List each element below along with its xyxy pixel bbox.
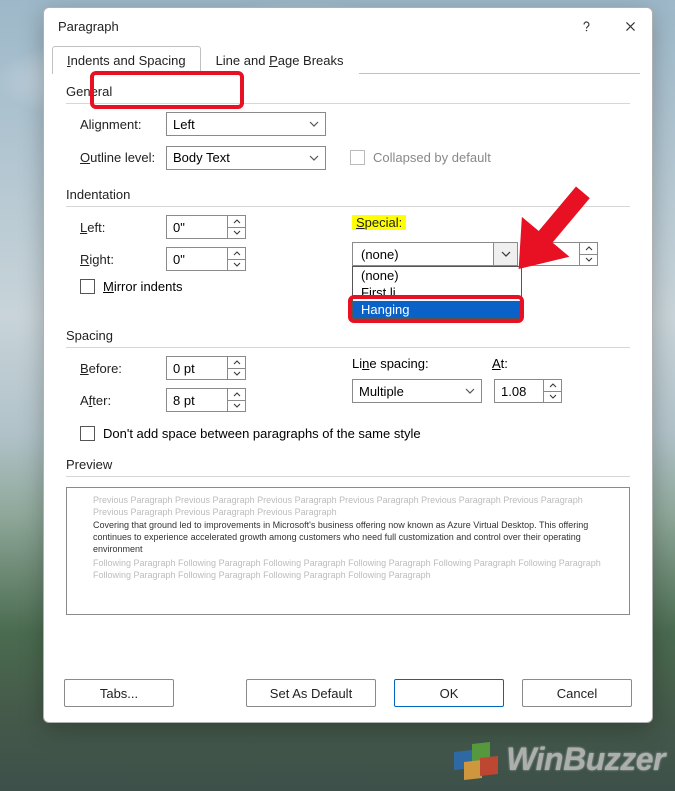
- tab-indents-spacing[interactable]: Indents and Spacing: [52, 46, 201, 74]
- special-option-none[interactable]: (none): [353, 267, 521, 284]
- preview-prev-text: Previous Paragraph Previous Paragraph Pr…: [93, 494, 603, 518]
- before-spinner[interactable]: 0 pt: [166, 356, 246, 380]
- dont-add-space-label: Don't add space between paragraphs of th…: [103, 426, 421, 441]
- button-bar: Tabs... Set As Default OK Cancel: [44, 674, 652, 722]
- section-preview: Preview Previous Paragraph Previous Para…: [66, 457, 630, 615]
- chevron-down-icon[interactable]: [493, 243, 517, 265]
- spinner-arrows[interactable]: [227, 389, 245, 411]
- at-spinner[interactable]: 1.08: [494, 379, 562, 403]
- spinner-arrows[interactable]: [227, 216, 245, 238]
- special-by-spinner[interactable]: [530, 242, 598, 266]
- spinner-arrows[interactable]: [227, 248, 245, 270]
- ok-button[interactable]: OK: [394, 679, 504, 707]
- chevron-down-icon[interactable]: [544, 391, 561, 403]
- cancel-button[interactable]: Cancel: [522, 679, 632, 707]
- section-title: Preview: [66, 457, 630, 472]
- special-option-hanging[interactable]: Hanging: [353, 301, 521, 318]
- chevron-down-icon[interactable]: [228, 227, 245, 239]
- before-value: 0 pt: [167, 357, 227, 379]
- before-label: Before:: [66, 361, 166, 376]
- chevron-down-icon[interactable]: [228, 400, 245, 412]
- tabs-button[interactable]: Tabs...: [64, 679, 174, 707]
- special-by-value: [531, 243, 579, 265]
- special-select[interactable]: (none) (none) First li... Hanging: [352, 242, 518, 266]
- watermark-icon: [450, 735, 498, 783]
- linespacing-select[interactable]: Multiple: [352, 379, 482, 403]
- chevron-up-icon[interactable]: [228, 216, 245, 227]
- indent-right-label: Right:: [66, 252, 166, 267]
- preview-next-text: Following Paragraph Following Paragraph …: [93, 557, 603, 581]
- dialog-title: Paragraph: [58, 19, 119, 34]
- section-title: General: [66, 84, 630, 99]
- spinner-arrows[interactable]: [227, 357, 245, 379]
- collapsed-label: Collapsed by default: [373, 150, 491, 165]
- outline-value: Body Text: [173, 150, 230, 165]
- after-value: 8 pt: [167, 389, 227, 411]
- alignment-value: Left: [173, 117, 195, 132]
- titlebar: Paragraph: [44, 8, 652, 44]
- special-option-firstline[interactable]: First li...: [353, 284, 521, 301]
- indent-left-label: Left:: [66, 220, 166, 235]
- tab-row: Indents and Spacing Line and Page Breaks: [44, 46, 652, 74]
- chevron-up-icon[interactable]: [228, 389, 245, 400]
- at-label: At:: [492, 356, 552, 371]
- mirror-indents-label: Mirror indents: [103, 279, 182, 294]
- tab-label: Indents and Spacing: [67, 53, 186, 68]
- section-general: General Alignment: Left Outline level: B…: [66, 84, 630, 171]
- linespacing-label: Line spacing:: [352, 356, 492, 371]
- preview-box: Previous Paragraph Previous Paragraph Pr…: [66, 487, 630, 615]
- tab-label: Line and Page Breaks: [216, 53, 344, 68]
- spinner-arrows[interactable]: [579, 243, 597, 265]
- chevron-down-icon: [309, 155, 319, 161]
- collapsed-checkbox: [350, 150, 365, 165]
- indent-right-value: 0": [167, 248, 227, 270]
- chevron-down-icon[interactable]: [228, 259, 245, 271]
- spinner-arrows[interactable]: [543, 380, 561, 402]
- chevron-up-icon[interactable]: [228, 357, 245, 368]
- special-label: Special:: [352, 215, 406, 230]
- chevron-up-icon[interactable]: [580, 243, 597, 254]
- chevron-down-icon[interactable]: [580, 254, 597, 266]
- outline-label: Outline level:: [66, 150, 166, 165]
- chevron-up-icon[interactable]: [228, 248, 245, 259]
- after-spinner[interactable]: 8 pt: [166, 388, 246, 412]
- alignment-select[interactable]: Left: [166, 112, 326, 136]
- section-title: Spacing: [66, 328, 630, 343]
- tab-line-page-breaks[interactable]: Line and Page Breaks: [201, 46, 359, 74]
- special-value: (none): [353, 247, 493, 262]
- dont-add-space-checkbox[interactable]: [80, 426, 95, 441]
- chevron-down-icon: [309, 121, 319, 127]
- chevron-down-icon: [465, 388, 475, 394]
- indent-right-spinner[interactable]: 0": [166, 247, 246, 271]
- paragraph-dialog: Paragraph Indents and Spacing Line and P…: [43, 7, 653, 723]
- section-spacing: Spacing Before: 0 pt: [66, 328, 630, 441]
- indent-left-spinner[interactable]: 0": [166, 215, 246, 239]
- set-default-button[interactable]: Set As Default: [246, 679, 376, 707]
- outline-select[interactable]: Body Text: [166, 146, 326, 170]
- chevron-down-icon[interactable]: [228, 368, 245, 380]
- indent-left-value: 0": [167, 216, 227, 238]
- close-button[interactable]: [608, 10, 652, 42]
- watermark: WinBuzzer: [450, 735, 665, 783]
- at-value: 1.08: [495, 380, 543, 402]
- section-indentation: Indentation Left: 0": [66, 187, 630, 300]
- linespacing-value: Multiple: [359, 384, 404, 399]
- watermark-text: WinBuzzer: [506, 741, 665, 778]
- alignment-label: Alignment:: [66, 117, 166, 132]
- help-button[interactable]: [564, 10, 608, 42]
- preview-sample-text: Covering that ground led to improvements…: [93, 520, 603, 555]
- special-dropdown-list: (none) First li... Hanging: [352, 266, 522, 319]
- after-label: After:: [66, 393, 166, 408]
- mirror-indents-checkbox[interactable]: [80, 279, 95, 294]
- chevron-up-icon[interactable]: [544, 380, 561, 391]
- section-title: Indentation: [66, 187, 630, 202]
